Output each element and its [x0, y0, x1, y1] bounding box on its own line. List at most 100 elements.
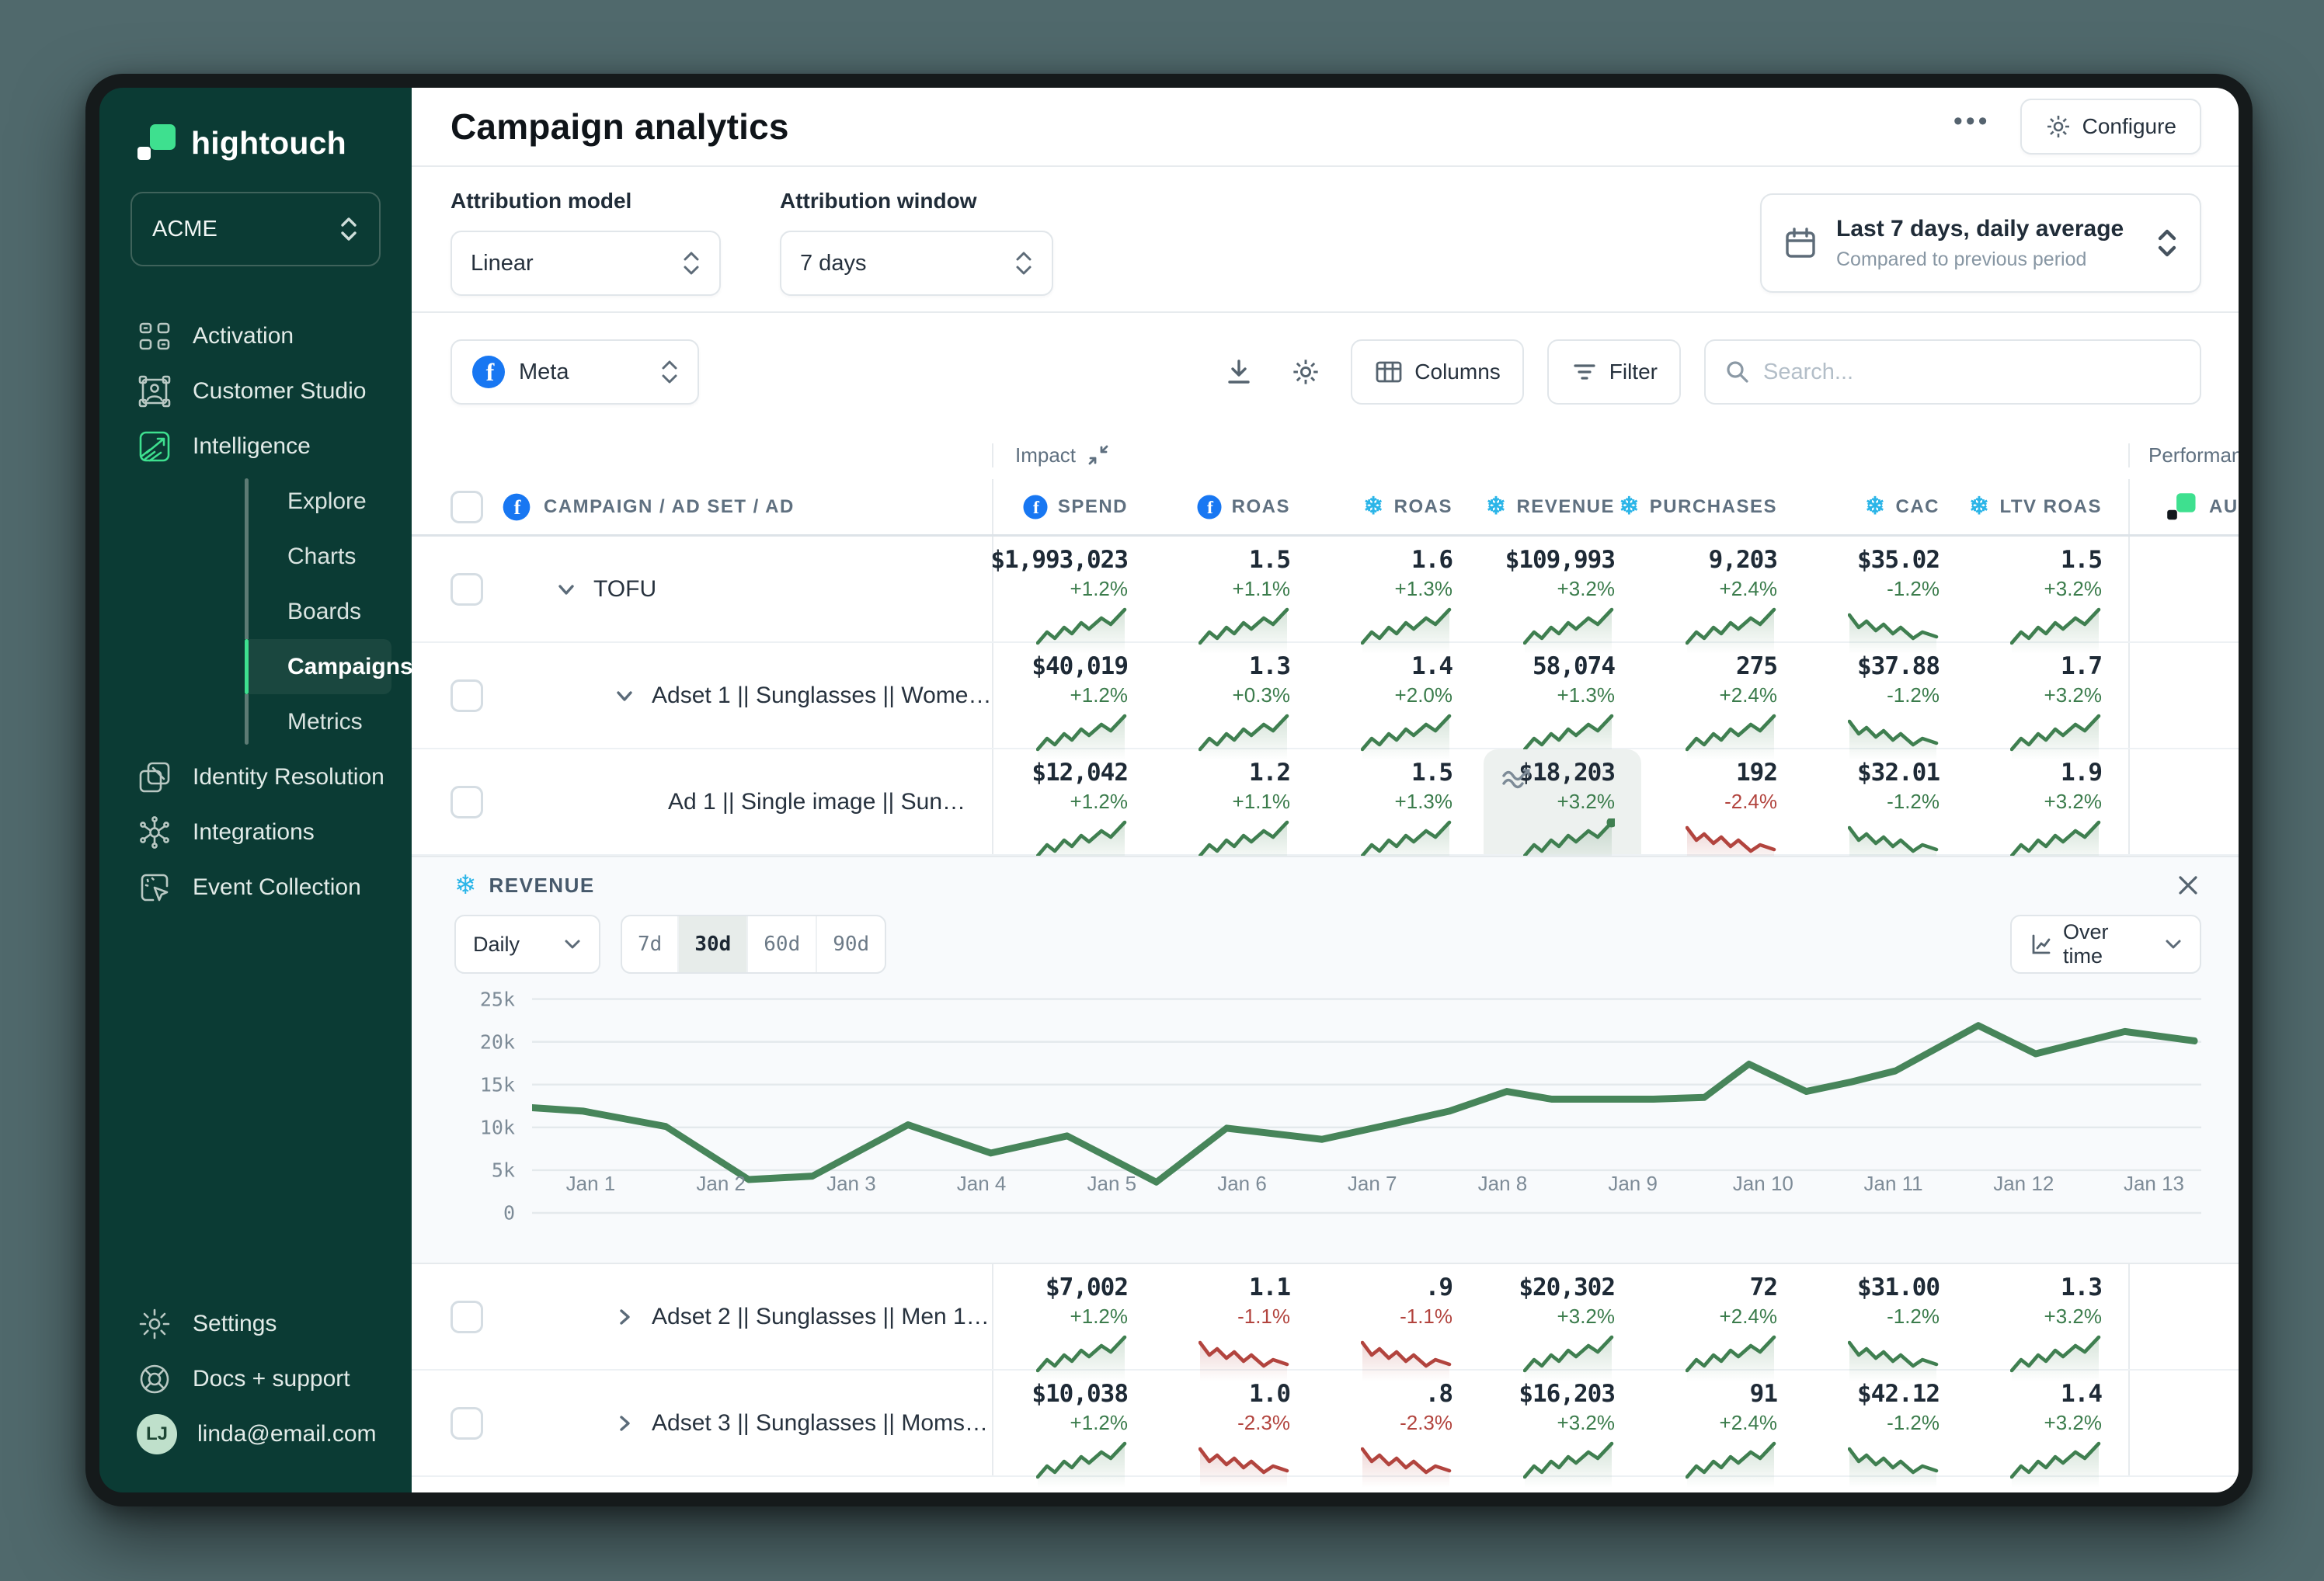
table-row-adset-2-s[interactable]: Adset 2 || Sunglasses || Men 1…$7,002+1.… [412, 1264, 2239, 1371]
sidebar-item-metrics[interactable]: Metrics [245, 694, 381, 749]
sidebar-item-boards[interactable]: Boards [245, 584, 381, 639]
column-header-label: CAC [1896, 496, 1940, 518]
x-tick-label: Jan 6 [1217, 1172, 1267, 1196]
sidebar-item-intelligence[interactable]: Intelligence [130, 419, 381, 474]
attribution-model-select[interactable]: Linear [451, 231, 721, 296]
chevron-right-icon[interactable] [610, 1305, 639, 1329]
table-row-ad-1-sing[interactable]: Ad 1 || Single image || Sun…$12,042+1.2%… [412, 749, 2239, 856]
column-header-roas-1[interactable]: fROAS [1154, 479, 1317, 534]
metric-change: +1.1% [1233, 790, 1290, 814]
metric-change: -1.2% [1887, 1411, 1940, 1435]
audience-column-header[interactable]: AUDIEN [2209, 496, 2239, 518]
column-header-ltv-roas-6[interactable]: ❄LTV ROAS [1966, 479, 2128, 534]
configure-button[interactable]: Configure [2020, 99, 2201, 155]
name-column-header[interactable]: CAMPAIGN / AD SET / AD [544, 496, 795, 518]
user-account[interactable]: LJlinda@email.com [130, 1406, 381, 1461]
close-icon[interactable] [2175, 872, 2201, 898]
column-header-cac-5[interactable]: ❄CAC [1804, 479, 1966, 534]
sidebar-item-docs-support[interactable]: Docs + support [130, 1351, 381, 1406]
range-30d[interactable]: 30d [679, 916, 748, 972]
view-select[interactable]: Over time [2010, 915, 2201, 974]
column-header-row: f CAMPAIGN / AD SET / AD fSPENDfROAS❄ROA… [412, 479, 2239, 537]
chevron-right-icon[interactable] [610, 1411, 639, 1436]
chevron-down-icon[interactable] [551, 577, 581, 602]
date-range-selector[interactable]: Last 7 days, daily average Compared to p… [1760, 193, 2201, 293]
search-input[interactable] [1763, 360, 2181, 385]
range-60d[interactable]: 60d [748, 916, 817, 972]
metric-cell: $18,203+3.2% [1479, 749, 1641, 854]
sidebar-item-explore[interactable]: Explore [245, 474, 381, 529]
sidebar-item-event-collection[interactable]: Event Collection [130, 860, 381, 915]
collapse-group-icon[interactable] [1087, 443, 1110, 467]
row-checkbox[interactable] [451, 573, 483, 606]
metric-cell-box: $12,042+1.2% [993, 749, 1154, 854]
row-checkbox[interactable] [451, 1301, 483, 1333]
row-checkbox-cell [451, 1371, 502, 1475]
sparkline [1848, 1435, 1940, 1489]
configure-label: Configure [2082, 114, 2176, 139]
columns-button[interactable]: Columns [1351, 339, 1523, 405]
metric-cell-box: 1.4+3.2% [1966, 1371, 2128, 1475]
chart-axis-icon [2029, 933, 2052, 956]
sidebar-footer: Settings Docs + supportLJlinda@email.com [130, 1296, 381, 1461]
row-checkbox[interactable] [451, 1407, 483, 1440]
metric-value: 1.5 [1411, 759, 1452, 787]
more-menu-icon[interactable]: ••• [1953, 113, 1991, 140]
metric-value: $18,203 [1519, 759, 1615, 787]
metric-value: $40,019 [1032, 652, 1128, 680]
sidebar-item-customer-studio[interactable]: Customer Studio [130, 363, 381, 419]
sidebar-footer-label: Settings [193, 1311, 277, 1337]
metric-value: $10,038 [1032, 1380, 1128, 1408]
sidebar-item-label: Event Collection [193, 874, 361, 901]
table-row-adset-3-s[interactable]: Adset 3 || Sunglasses || Moms…$10,038+1.… [412, 1371, 2239, 1477]
download-icon[interactable] [1217, 350, 1261, 394]
metric-cell: 91+2.4% [1641, 1371, 1804, 1475]
table-row-adset-1-s[interactable]: Adset 1 || Sunglasses || Wome…$40,019+1.… [412, 643, 2239, 749]
metric-cell-box: 1.3+0.3% [1154, 643, 1317, 748]
chevron-down-icon [2145, 938, 2183, 950]
x-tick-label: Jan 2 [696, 1172, 746, 1196]
chevron-updown-icon [996, 250, 1033, 276]
select-all-checkbox[interactable] [451, 491, 483, 523]
metric-cell: 72+2.4% [1641, 1264, 1804, 1369]
column-header-revenue-3[interactable]: ❄REVENUE [1479, 479, 1641, 534]
metric-cell: 1.0-2.3% [1154, 1371, 1317, 1475]
row-checkbox[interactable] [451, 679, 483, 712]
sidebar-item-settings[interactable]: Settings [130, 1296, 381, 1351]
gear-icon [2045, 113, 2072, 140]
sidebar-item-integrations[interactable]: Integrations [130, 804, 381, 860]
metric-change: -1.2% [1887, 790, 1940, 814]
facebook-icon: f [1196, 494, 1223, 520]
table-row-tofu[interactable]: TOFU$1,993,023+1.2% 1.5+1.1% 1.6+1.3% $1… [412, 537, 2239, 643]
sidebar-item-campaigns[interactable]: Campaigns [245, 639, 391, 694]
column-header-roas-2[interactable]: ❄ROAS [1317, 479, 1479, 534]
column-header-purchases-4[interactable]: ❄PURCHASES [1641, 479, 1804, 534]
metric-value: 1.9 [2061, 759, 2102, 787]
column-header-spend-0[interactable]: fSPEND [992, 479, 1154, 534]
sidebar-item-activation[interactable]: Activation [130, 308, 381, 363]
intelligence-icon [137, 429, 172, 464]
gear-icon[interactable] [1284, 350, 1327, 394]
range-7d[interactable]: 7d [622, 916, 679, 972]
row-checkbox[interactable] [451, 786, 483, 818]
range-90d[interactable]: 90d [817, 916, 885, 972]
sidebar-item-charts[interactable]: Charts [245, 529, 381, 584]
attribution-window-select[interactable]: 7 days [780, 231, 1053, 296]
chevron-updown-icon [642, 359, 679, 385]
metric-cell-box: 58,074+1.3% [1479, 643, 1641, 748]
metric-cell-box: $16,203+3.2% [1479, 1371, 1641, 1475]
sidebar-subitem-label: Charts [287, 544, 356, 570]
selected-metric-cell[interactable]: $18,203+3.2% [1484, 749, 1641, 854]
source-select[interactable]: f Meta [451, 339, 699, 405]
app-window: hightouch ACME ActivationCustomer Studio… [85, 74, 2253, 1506]
metric-change: -1.2% [1887, 1305, 1940, 1329]
sidebar-item-identity-resolution[interactable]: Identity Resolution [130, 749, 381, 804]
workspace-selector[interactable]: ACME [130, 192, 381, 266]
avatar: LJ [137, 1414, 177, 1454]
filter-button[interactable]: Filter [1547, 339, 1681, 405]
granularity-select[interactable]: Daily [454, 915, 600, 974]
metric-cell-box: $109,993+3.2% [1479, 537, 1641, 641]
chevron-down-icon[interactable] [610, 683, 639, 708]
snowflake-icon: ❄ [1969, 494, 1990, 519]
metric-change: -1.2% [1887, 683, 1940, 707]
